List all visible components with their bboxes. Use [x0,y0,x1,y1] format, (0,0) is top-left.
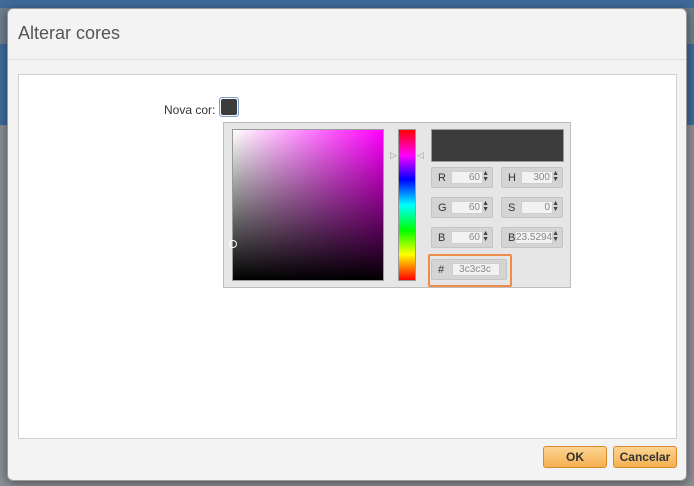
hex-input[interactable]: 3c3c3c [452,263,500,276]
green-input[interactable]: 60 [451,201,483,214]
blue-input[interactable]: 60 [451,231,483,244]
color-preview [431,129,564,162]
new-color-label: Nova cor: [164,103,216,117]
color-picker-panel: ▷ ◁ R 60 ▲ ▼ G 60 ▲ ▼ B 60 ▲ ▼ H 300 ▲ ▼… [223,122,571,288]
current-color-swatch [221,99,237,115]
saturation-spinner-icon[interactable]: ▲ ▼ [552,200,559,213]
red-spinner-icon[interactable]: ▲ ▼ [482,170,489,183]
hue-arrow-left-icon: ▷ [390,150,397,160]
saturation-label: S [508,202,516,214]
hue-input[interactable]: 300 [521,171,553,184]
dialog-content: Nova cor: ▷ ◁ R 60 ▲ ▼ G 60 ▲ ▼ B 60 ▲ ▼… [18,74,677,439]
saturation-field: S 0 ▲ ▼ [501,197,563,218]
hex-field: # 3c3c3c [431,259,507,280]
blue-spinner-icon[interactable]: ▲ ▼ [482,230,489,243]
hue-arrow-right-icon: ◁ [417,150,424,160]
red-field: R 60 ▲ ▼ [431,167,493,188]
background-app-bar [0,0,694,8]
cancel-button[interactable]: Cancelar [613,446,677,468]
brightness-field: B 23.5294 ▲ ▼ [501,227,563,248]
saturation-value-area[interactable] [229,129,384,281]
hue-slider[interactable] [398,129,416,281]
red-label: R [438,172,446,184]
hue-label: H [508,172,516,184]
change-colors-dialog: Alterar cores Nova cor: ▷ ◁ R 60 ▲ ▼ G 60… [7,8,687,481]
hue-spinner-icon[interactable]: ▲ ▼ [552,170,559,183]
ok-button[interactable]: OK [543,446,607,468]
color-swatch-button[interactable] [219,97,239,117]
green-spinner-icon[interactable]: ▲ ▼ [482,200,489,213]
blue-field: B 60 ▲ ▼ [431,227,493,248]
dialog-title: Alterar cores [18,23,121,43]
hue-field: H 300 ▲ ▼ [501,167,563,188]
green-label: G [438,202,447,214]
brightness-input[interactable]: 23.5294 [515,231,553,244]
title-divider [8,59,686,60]
green-field: G 60 ▲ ▼ [431,197,493,218]
sv-cursor[interactable] [229,240,237,248]
blue-label: B [438,232,446,244]
brightness-spinner-icon[interactable]: ▲ ▼ [552,230,559,243]
hex-label: # [438,264,445,276]
saturation-input[interactable]: 0 [521,201,553,214]
red-input[interactable]: 60 [451,171,483,184]
